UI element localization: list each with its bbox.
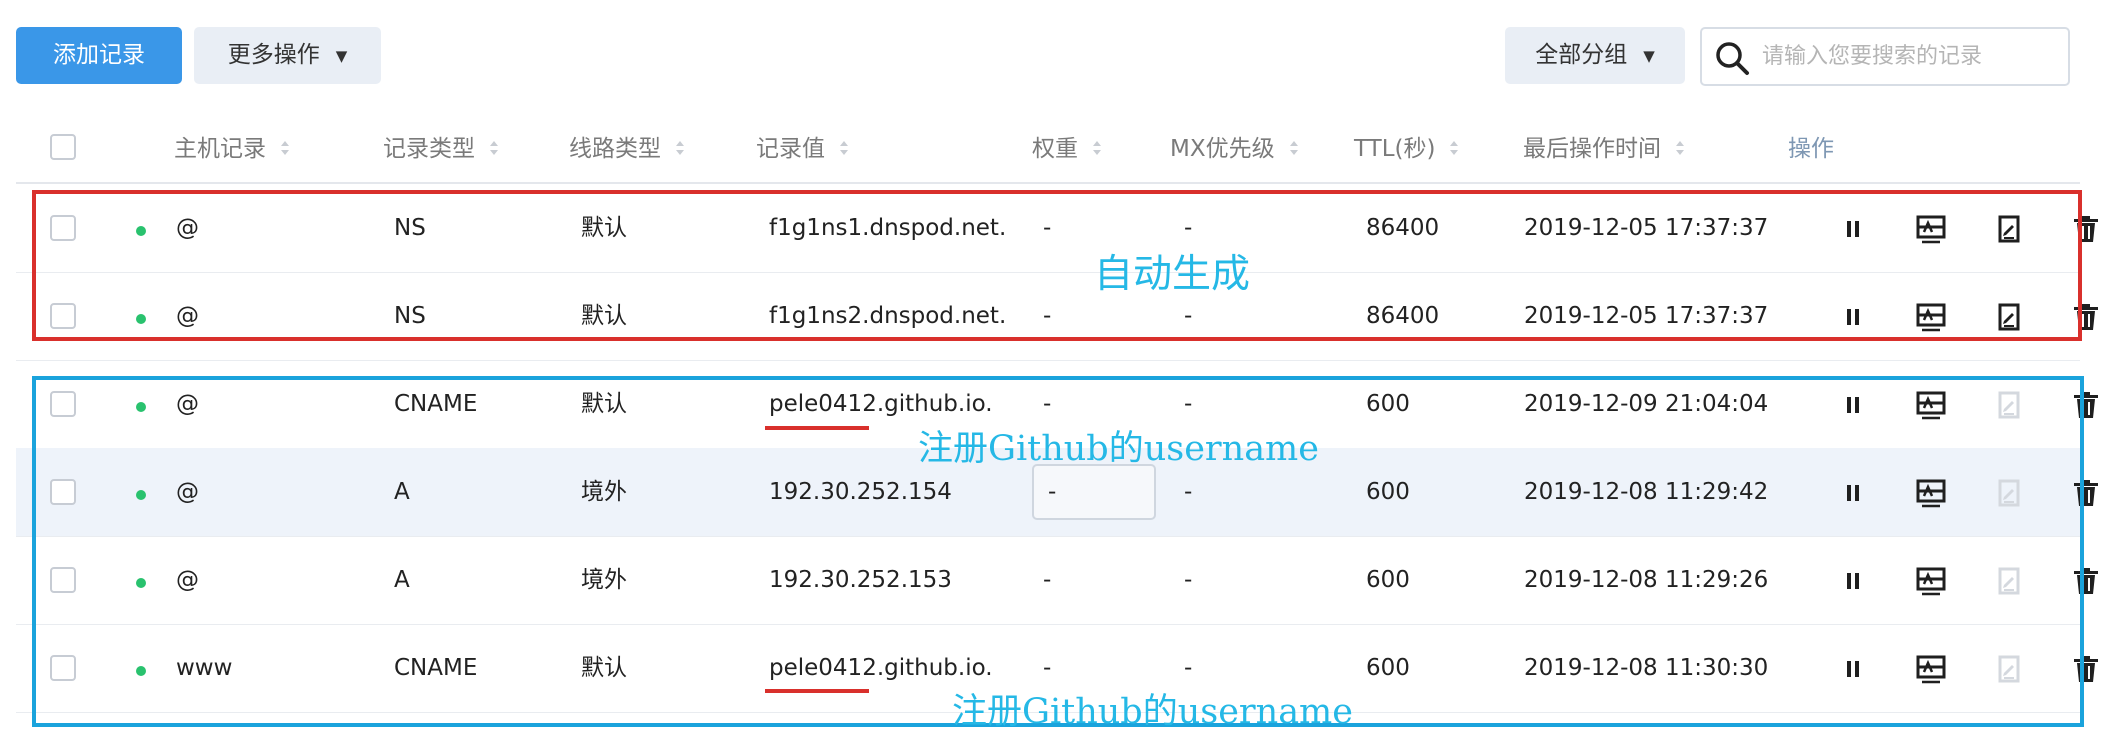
sort-icon bbox=[490, 141, 498, 155]
sort-icon bbox=[1289, 141, 1298, 155]
value-underline bbox=[765, 426, 869, 430]
group-filter-button[interactable]: 全部分组 ▼ bbox=[1505, 27, 1685, 84]
dns-records-page: 添加记录 更多操作 ▼ 全部分组 ▼ 主机记录 记录类型 线路类型 记录值 bbox=[0, 0, 2112, 730]
select-all-checkbox[interactable] bbox=[50, 134, 76, 160]
search-input[interactable] bbox=[1760, 35, 2054, 77]
add-record-button[interactable]: 添加记录 bbox=[16, 27, 182, 84]
value-underline bbox=[765, 689, 869, 693]
column-header-label: MX优先级 bbox=[1170, 136, 1275, 162]
column-header-weight[interactable]: 权重 bbox=[1032, 129, 1102, 163]
column-header-label: TTL(秒) bbox=[1354, 136, 1436, 162]
column-header-value[interactable]: 记录值 bbox=[756, 129, 849, 163]
search-icon bbox=[1716, 42, 1749, 75]
more-actions-button[interactable]: 更多操作 ▼ bbox=[194, 27, 381, 84]
column-header-label: 主机记录 bbox=[174, 136, 266, 162]
column-header-ttl[interactable]: TTL(秒) bbox=[1354, 129, 1459, 163]
annotation-github-username: 注册Github的username bbox=[918, 429, 1319, 469]
column-header-actions: 操作 bbox=[1788, 136, 1834, 162]
caret-down-icon: ▼ bbox=[335, 47, 348, 65]
column-header-label: 权重 bbox=[1032, 136, 1078, 162]
sort-icon bbox=[1093, 141, 1101, 155]
group-filter-label: 全部分组 bbox=[1535, 42, 1628, 68]
column-header-time[interactable]: 最后操作时间 bbox=[1523, 129, 1685, 163]
toolbar: 添加记录 更多操作 ▼ 全部分组 ▼ bbox=[16, 27, 2096, 86]
column-header-line[interactable]: 线路类型 bbox=[569, 129, 685, 163]
sort-icon bbox=[676, 141, 684, 155]
more-actions-label: 更多操作 bbox=[227, 42, 320, 68]
sort-icon bbox=[1676, 141, 1684, 155]
sort-icon bbox=[840, 141, 848, 155]
search-box bbox=[1700, 27, 2070, 86]
annotation-github-username: 注册Github的username bbox=[952, 692, 1353, 730]
auto-generated-highlight-box bbox=[32, 190, 2082, 341]
sort-icon bbox=[1450, 141, 1459, 155]
column-header-label: 记录类型 bbox=[383, 136, 475, 162]
sort-icon bbox=[281, 141, 289, 155]
annotation-auto-generated: 自动生成 bbox=[1094, 252, 1251, 297]
column-header-label: 线路类型 bbox=[569, 136, 661, 162]
column-header-label: 记录值 bbox=[756, 136, 825, 162]
column-header-type[interactable]: 记录类型 bbox=[383, 129, 499, 163]
column-header-label: 最后操作时间 bbox=[1523, 136, 1661, 162]
column-header-host[interactable]: 主机记录 bbox=[174, 129, 290, 163]
column-header-mx[interactable]: MX优先级 bbox=[1170, 129, 1299, 163]
caret-down-icon: ▼ bbox=[1643, 47, 1655, 65]
table-header: 主机记录 记录类型 线路类型 记录值 权重 MX优先级 TTL(秒) 最后操作时… bbox=[16, 112, 2080, 184]
